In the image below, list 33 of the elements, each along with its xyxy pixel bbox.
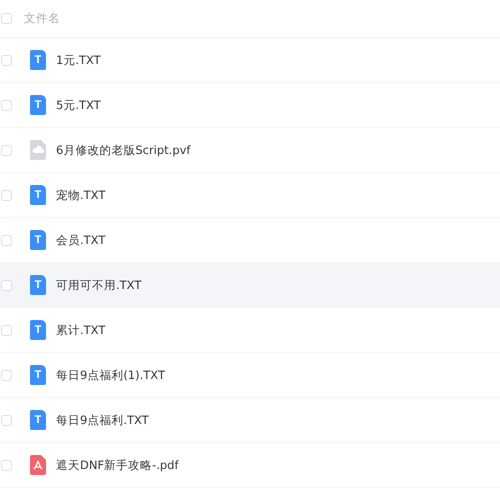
text-file-icon: T [30,365,46,385]
file-name: 会员.TXT [56,232,106,248]
text-file-icon: T [30,95,46,115]
row-checkbox[interactable] [1,100,12,110]
row-checkbox[interactable] [1,414,12,426]
column-header: 文件名 [24,11,60,26]
file-name: 每日9点福利.TXT [56,412,149,428]
cloud-file-icon [30,140,46,160]
text-file-icon: T [30,410,46,430]
select-all-checkbox[interactable] [1,13,12,24]
file-name: 遮天DNF新手攻略-.pdf [56,458,179,472]
row-checkbox[interactable] [1,370,12,380]
file-row[interactable]: T 可用可不用.TXT [0,263,500,308]
row-checkbox[interactable] [1,460,12,470]
text-file-icon: T [30,50,46,70]
text-file-icon: T [30,275,46,295]
file-name: 每日9点福利(1).TXT [56,368,165,382]
file-name: 宠物.TXT [56,188,106,202]
row-checkbox[interactable] [1,190,12,200]
file-name: 1元.TXT [56,52,101,68]
row-checkbox[interactable] [1,280,12,290]
row-checkbox[interactable] [1,54,12,66]
file-name: 可用可不用.TXT [56,278,142,292]
row-checkbox[interactable] [1,324,12,336]
row-checkbox[interactable] [1,144,12,156]
text-file-icon: T [30,185,46,205]
text-file-icon: T [30,320,46,340]
file-name: 累计.TXT [56,322,106,338]
text-file-icon: T [30,230,46,250]
file-name: 5元.TXT [56,98,101,112]
file-name: 6月修改的老版Script.pvf [56,142,190,158]
pdf-file-icon [30,455,46,475]
row-checkbox[interactable] [1,234,12,246]
